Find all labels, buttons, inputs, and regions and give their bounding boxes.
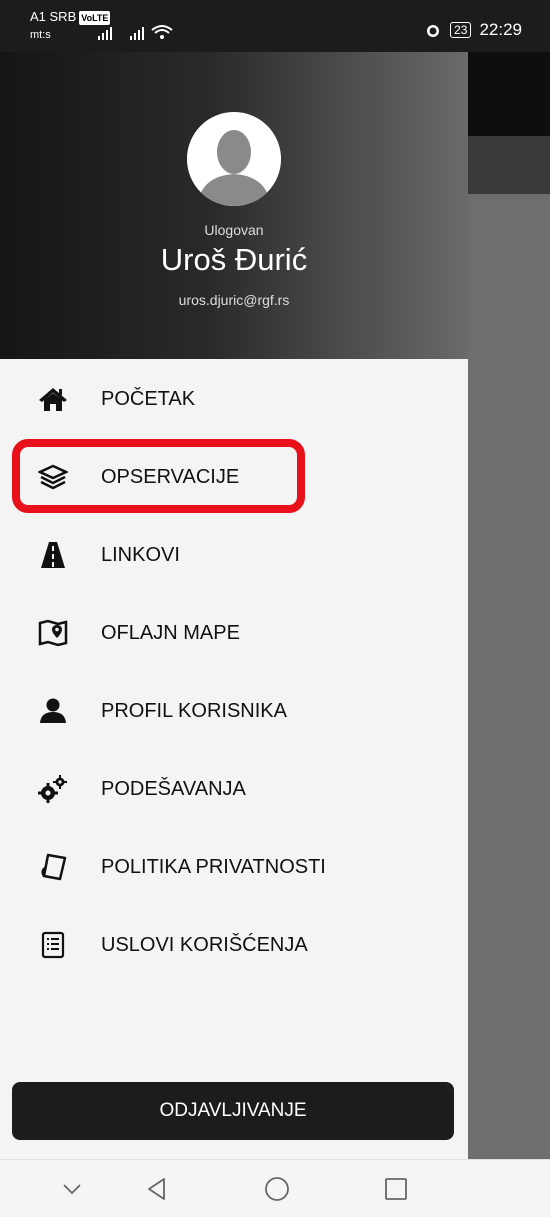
signal-icons xyxy=(96,22,186,45)
chevron-down-icon[interactable] xyxy=(57,1174,87,1204)
navigation-drawer: Ulogovan Uroš Đurić uros.djuric@rgf.rs P… xyxy=(0,52,468,1159)
battery-indicator: 23 xyxy=(450,22,472,38)
menu-item-podesavanja[interactable]: PODEŠAVANJA xyxy=(0,761,468,817)
back-icon[interactable] xyxy=(142,1174,172,1204)
document-icon xyxy=(38,852,68,882)
list-icon xyxy=(38,930,68,960)
user-email: uros.djuric@rgf.rs xyxy=(178,292,290,308)
menu-item-linkovi[interactable]: LINKOVI xyxy=(0,527,468,583)
menu-item-label: PODEŠAVANJA xyxy=(101,777,246,800)
user-avatar-icon xyxy=(187,112,281,206)
drawer-scrim[interactable] xyxy=(468,194,550,1159)
user-name: Uroš Đurić xyxy=(160,242,308,277)
menu-item-oflajn-mape[interactable]: OFLAJN MAPE xyxy=(0,605,468,661)
highlight-annotation xyxy=(12,439,305,513)
gears-icon xyxy=(38,774,68,804)
recents-icon[interactable] xyxy=(381,1174,411,1204)
map-marker-icon xyxy=(38,618,68,648)
menu-item-label: OFLAJN MAPE xyxy=(101,621,240,644)
menu-item-profil-korisnika[interactable]: PROFIL KORISNIKA xyxy=(0,683,468,739)
sub-carrier-label: mt:s xyxy=(30,29,51,41)
app-toolbar-background xyxy=(468,52,550,136)
status-right: 23 22:29 xyxy=(424,20,522,40)
user-icon xyxy=(38,696,68,726)
home-icon xyxy=(38,384,68,414)
menu-item-label: LINKOVI xyxy=(101,543,180,566)
menu-item-label: USLOVI KORIŠĆENJA xyxy=(101,933,308,956)
menu-item-label: PROFIL KORISNIKA xyxy=(101,699,287,722)
menu-item-politika-privatnosti[interactable]: POLITIKA PRIVATNOSTI xyxy=(0,839,468,895)
clock: 22:29 xyxy=(479,20,522,39)
system-navigation-bar xyxy=(0,1159,550,1217)
home-nav-icon[interactable] xyxy=(262,1174,292,1204)
logged-in-label: Ulogovan xyxy=(204,222,264,238)
signal-icon xyxy=(98,25,173,40)
logout-button[interactable]: ODJAVLJIVANJE xyxy=(12,1082,454,1140)
menu-item-uslovi-koriscenja[interactable]: USLOVI KORIŠĆENJA xyxy=(0,917,468,973)
menu-item-label: POLITIKA PRIVATNOSTI xyxy=(101,855,326,878)
app-tab-bar-background xyxy=(468,136,550,194)
status-bar: A1 SRB VoLTE mt:s 23 22:29 xyxy=(0,0,550,52)
carrier-name: A1 SRB xyxy=(30,9,77,24)
drawer-header: Ulogovan Uroš Đurić uros.djuric@rgf.rs xyxy=(0,52,468,359)
menu-item-label: POČETAK xyxy=(101,387,196,410)
alarm-icon xyxy=(427,25,440,37)
avatar xyxy=(187,112,281,206)
menu-item-pocetak[interactable]: POČETAK xyxy=(0,371,468,427)
road-icon xyxy=(38,540,68,570)
